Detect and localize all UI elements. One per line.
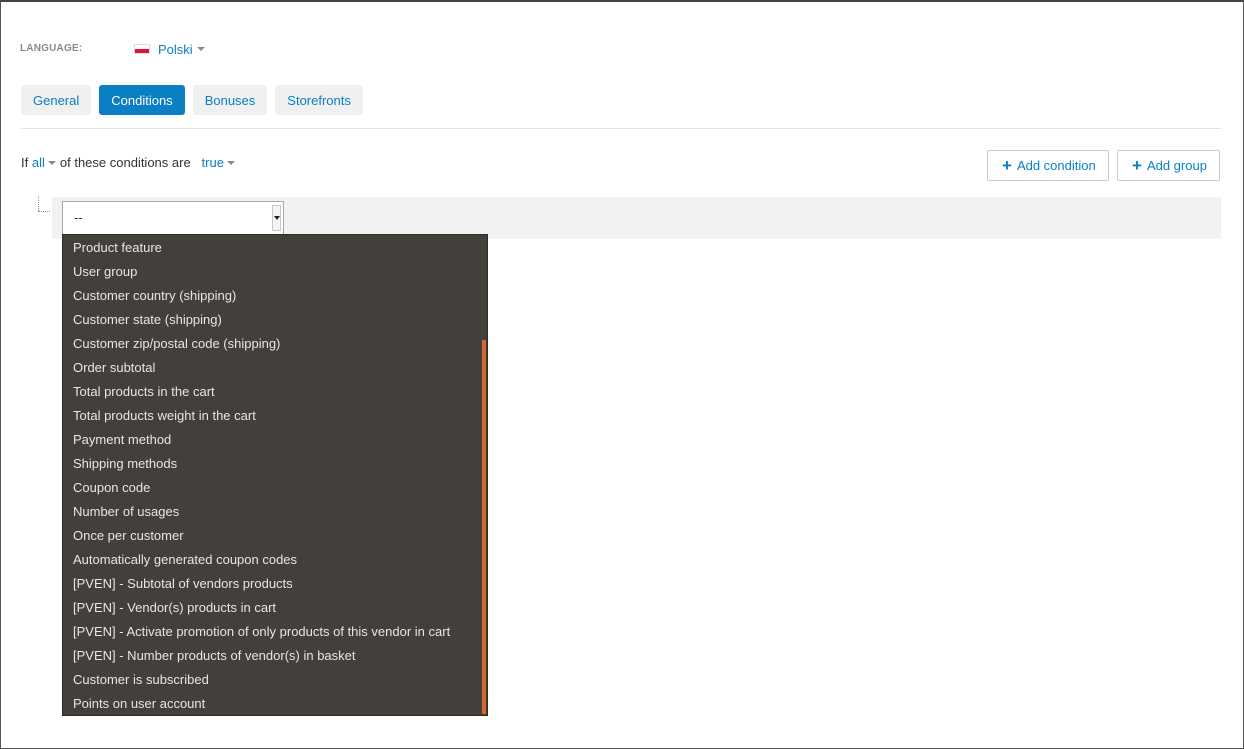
tabs-divider — [21, 128, 1221, 129]
condition-match-select[interactable]: all — [32, 155, 45, 170]
plus-icon: + — [1002, 156, 1012, 175]
dropdown-option[interactable]: Points on user account — [63, 692, 487, 715]
dropdown-option[interactable]: Customer country (shipping) — [63, 284, 487, 308]
dropdown-option[interactable]: Total products weight in the cart — [63, 404, 487, 428]
dropdown-option[interactable]: Customer state (shipping) — [63, 308, 487, 332]
language-select[interactable]: Polski — [134, 41, 205, 57]
caret-down-icon — [196, 47, 205, 51]
tab-general[interactable]: General — [21, 85, 92, 115]
caret-down-icon — [226, 160, 235, 165]
dropdown-option[interactable]: [PVEN] - Activate promotion of only prod… — [63, 620, 487, 644]
dropdown-option[interactable]: Once per customer — [63, 524, 487, 548]
tab-storefronts[interactable]: Storefronts — [275, 85, 363, 115]
add-condition-label: Add condition — [1016, 158, 1096, 173]
tree-connector-horizontal — [38, 211, 50, 212]
dropdown-option[interactable]: Order subtotal — [63, 356, 487, 380]
chevron-down-icon[interactable] — [272, 205, 281, 231]
dropdown-option[interactable]: Customer zip/postal code (shipping) — [63, 332, 487, 356]
dropdown-option[interactable]: Shipping methods — [63, 452, 487, 476]
condition-value-select[interactable]: true — [202, 155, 224, 170]
dropdown-option[interactable]: Automatically generated coupon codes — [63, 548, 487, 572]
add-group-label: Add group — [1146, 158, 1207, 173]
language-value: Polski — [158, 41, 193, 57]
dropdown-option[interactable]: Product feature — [63, 236, 487, 260]
dropdown-option[interactable]: User group — [63, 260, 487, 284]
condition-middle-text: of these conditions are — [59, 155, 191, 170]
tab-conditions[interactable]: Conditions — [99, 85, 185, 115]
tab-bar: General Conditions Bonuses Storefronts — [21, 85, 363, 115]
poland-flag-icon — [134, 44, 150, 54]
dropdown-scrollbar[interactable] — [482, 340, 486, 714]
condition-type-dropdown: Product feature User group Customer countr… — [62, 234, 488, 716]
dropdown-option[interactable]: Number of usages — [63, 500, 487, 524]
add-condition-button[interactable]: + Add condition — [987, 150, 1109, 181]
dropdown-option[interactable]: [PVEN] - Subtotal of vendors products — [63, 572, 487, 596]
dropdown-option[interactable]: Coupon code — [63, 476, 487, 500]
condition-prefix: If — [21, 155, 29, 170]
tab-bonuses[interactable]: Bonuses — [192, 85, 268, 115]
tree-connector-vertical — [38, 196, 39, 211]
dropdown-option[interactable]: Payment method — [63, 428, 487, 452]
condition-type-value: -- — [74, 210, 83, 225]
caret-down-icon — [47, 160, 56, 165]
add-group-button[interactable]: + Add group — [1117, 150, 1220, 181]
condition-sentence: If all of these conditions are true — [21, 155, 239, 170]
dropdown-option[interactable]: [PVEN] - Vendor(s) products in cart — [63, 596, 487, 620]
dropdown-option[interactable]: Customer is subscribed — [63, 668, 487, 692]
dropdown-option-list: Product feature User group Customer countr… — [63, 235, 487, 715]
language-label: LANGUAGE: — [20, 43, 83, 54]
plus-icon: + — [1132, 156, 1142, 175]
dropdown-option[interactable]: [PVEN] - Number products of vendor(s) in… — [63, 644, 487, 668]
dropdown-option[interactable]: Total products in the cart — [63, 380, 487, 404]
condition-type-select[interactable]: -- — [62, 201, 284, 235]
